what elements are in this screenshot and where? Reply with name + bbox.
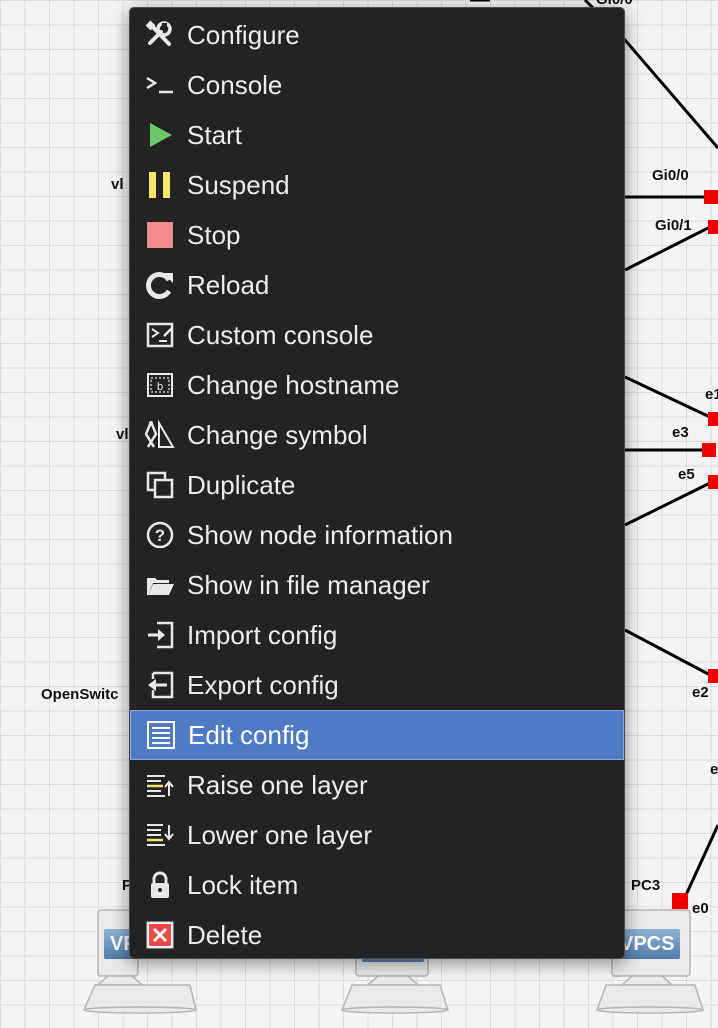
menu-item-label: Custom console	[187, 319, 374, 350]
menu-item-suspend[interactable]: Suspend	[130, 160, 624, 210]
menu-item-label: Start	[187, 119, 242, 150]
menu-item-lower-one-layer[interactable]: Lower one layer	[130, 810, 624, 860]
play-icon	[144, 119, 176, 151]
menu-item-raise-one-layer[interactable]: Raise one layer	[130, 760, 624, 810]
menu-item-label: Change hostname	[187, 369, 400, 400]
svg-text:b: b	[157, 381, 163, 393]
menu-item-duplicate[interactable]: Duplicate	[130, 460, 624, 510]
question-circle-icon: ?	[144, 519, 176, 551]
open-folder-icon	[144, 569, 176, 601]
port-marker[interactable]	[704, 190, 718, 204]
menu-item-label: Edit config	[188, 719, 310, 750]
menu-item-label: Suspend	[187, 169, 290, 200]
edit-list-icon	[145, 719, 177, 751]
interface-label: e3	[672, 424, 689, 441]
menu-item-console[interactable]: Console	[130, 60, 624, 110]
duplicate-icon	[144, 469, 176, 501]
link-line	[624, 480, 713, 527]
port-marker[interactable]	[708, 669, 718, 683]
port-marker[interactable]	[708, 475, 718, 489]
custom-console-icon	[144, 319, 176, 351]
terminal-prompt-icon	[144, 69, 176, 101]
context-menu: Configure Console Start Suspend Stop Rel…	[129, 7, 625, 959]
menu-item-label: Reload	[187, 269, 270, 300]
interface-label: Gi0/1	[655, 217, 692, 234]
menu-item-label: Show in file manager	[187, 569, 430, 600]
svg-text:?: ?	[155, 526, 165, 545]
menu-item-configure[interactable]: Configure	[130, 10, 624, 60]
port-marker[interactable]	[708, 412, 718, 426]
interface-label: e2	[692, 684, 709, 701]
vpcs-screen-right[interactable]: VPCS	[620, 929, 680, 959]
menu-item-reload[interactable]: Reload	[130, 260, 624, 310]
menu-item-custom-console[interactable]: Custom console	[130, 310, 624, 360]
export-icon	[144, 669, 176, 701]
interface-label: Gi0/0	[652, 167, 689, 184]
node-label: PC3	[631, 877, 661, 894]
menu-item-label: Duplicate	[187, 469, 296, 500]
link-line	[624, 375, 713, 420]
hostname-tag-icon: b	[144, 369, 176, 401]
menu-item-lock-item[interactable]: Lock item	[130, 860, 624, 910]
menu-item-label: Export config	[187, 669, 339, 700]
vpcs-stand-center	[340, 957, 450, 1014]
port-marker[interactable]	[708, 220, 718, 234]
port-marker[interactable]	[702, 443, 716, 457]
menu-item-show-in-file-manager[interactable]: Show in file manager	[130, 560, 624, 610]
menu-item-label: Console	[187, 69, 283, 100]
lower-layer-icon	[144, 819, 176, 851]
menu-item-label: Delete	[187, 919, 263, 950]
menu-item-change-hostname[interactable]: b Change hostname	[130, 360, 624, 410]
menu-item-label: Import config	[187, 619, 338, 650]
menu-item-import-config[interactable]: Import config	[130, 610, 624, 660]
interface-label: e	[710, 761, 718, 778]
link-line	[623, 39, 718, 149]
menu-item-change-symbol[interactable]: Change symbol	[130, 410, 624, 460]
menu-item-start[interactable]: Start	[130, 110, 624, 160]
drafting-tools-icon	[144, 419, 176, 451]
reload-icon	[144, 269, 176, 301]
port-marker[interactable]	[672, 893, 688, 909]
menu-item-label: Lock item	[187, 869, 299, 900]
padlock-icon	[144, 869, 176, 901]
node-label: OpenSwitc	[41, 686, 119, 703]
menu-item-label: Stop	[187, 219, 241, 250]
menu-item-label: Show node information	[187, 519, 453, 550]
node-label: vl	[111, 176, 124, 193]
wrench-screwdriver-icon	[144, 19, 176, 51]
menu-item-show-node-information[interactable]: ? Show node information	[130, 510, 624, 560]
stop-icon	[144, 219, 176, 251]
menu-item-stop[interactable]: Stop	[130, 210, 624, 260]
delete-x-icon	[144, 919, 176, 951]
menu-item-label: Lower one layer	[187, 819, 372, 850]
raise-layer-icon	[144, 769, 176, 801]
menu-item-edit-config[interactable]: Edit config	[130, 710, 624, 760]
link-line	[624, 628, 713, 678]
pause-icon	[144, 169, 176, 201]
interface-label: e5	[678, 466, 695, 483]
import-icon	[144, 619, 176, 651]
interface-label: e0	[692, 900, 709, 917]
link-line	[684, 824, 718, 896]
interface-label: e1	[705, 386, 718, 403]
menu-item-delete[interactable]: Delete	[130, 910, 624, 960]
menu-item-label: Configure	[187, 19, 300, 50]
menu-item-label: Change symbol	[187, 419, 368, 450]
menu-item-label: Raise one layer	[187, 769, 368, 800]
menu-item-export-config[interactable]: Export config	[130, 660, 624, 710]
node-label: vl	[116, 426, 129, 443]
